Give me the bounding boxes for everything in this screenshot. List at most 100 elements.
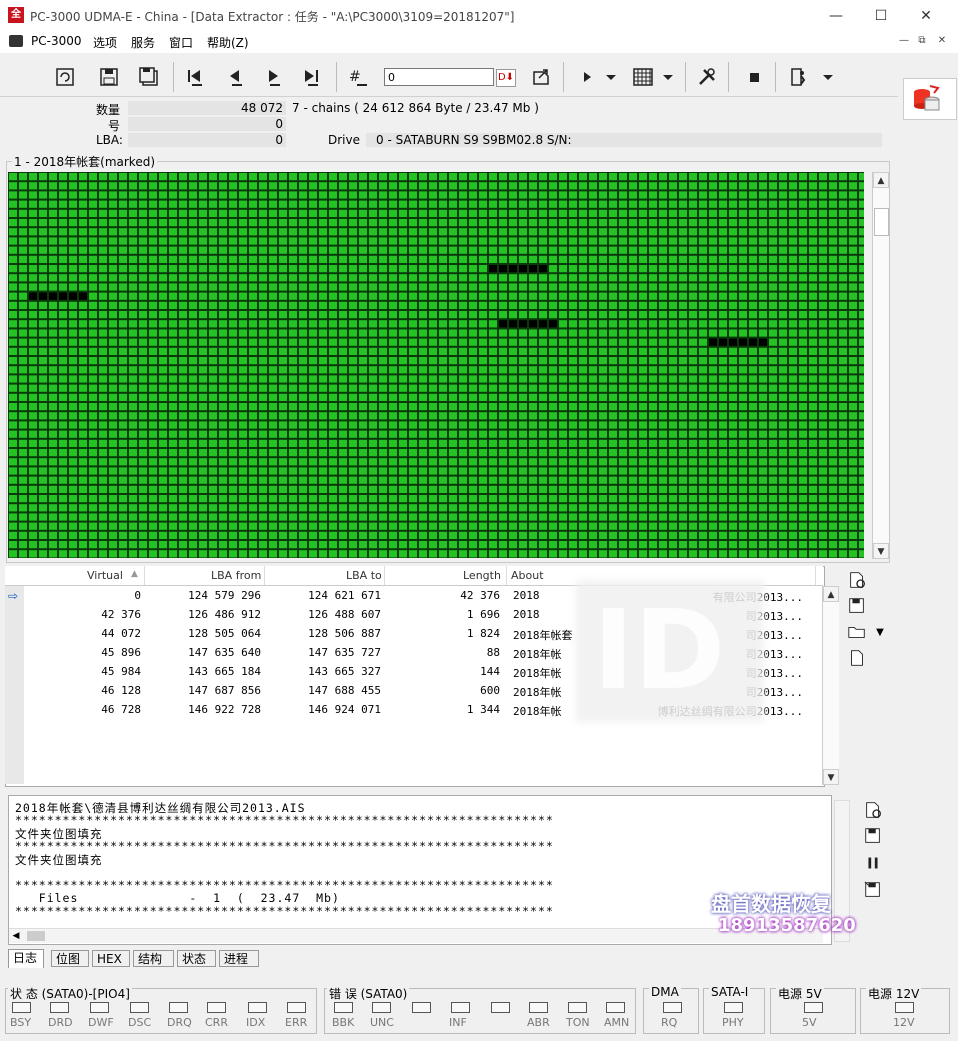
map-block-read[interactable]: [669, 550, 677, 558]
map-block-read[interactable]: [349, 467, 357, 475]
map-block-read[interactable]: [109, 255, 117, 263]
map-block-read[interactable]: [259, 421, 267, 429]
map-block-read[interactable]: [109, 237, 117, 245]
map-block-read[interactable]: [349, 485, 357, 493]
map-block-read[interactable]: [499, 393, 507, 401]
map-block-read[interactable]: [69, 522, 77, 530]
map-block-read[interactable]: [179, 347, 187, 355]
map-block-read[interactable]: [229, 449, 237, 457]
map-block-read[interactable]: [39, 485, 47, 493]
map-block-read[interactable]: [779, 375, 787, 383]
map-block-read[interactable]: [579, 182, 587, 190]
map-block-read[interactable]: [789, 357, 797, 365]
map-block-read[interactable]: [309, 274, 317, 282]
map-block-read[interactable]: [419, 219, 427, 227]
map-block-read[interactable]: [139, 182, 147, 190]
map-block-read[interactable]: [449, 338, 457, 346]
map-block-read[interactable]: [229, 357, 237, 365]
map-block-read[interactable]: [289, 522, 297, 530]
map-block-read[interactable]: [179, 265, 187, 273]
map-block-read[interactable]: [549, 430, 557, 438]
map-block-read[interactable]: [239, 495, 247, 503]
map-block-read[interactable]: [449, 476, 457, 484]
map-block-read[interactable]: [589, 495, 597, 503]
map-block-read[interactable]: [149, 550, 157, 558]
map-block-read[interactable]: [769, 320, 777, 328]
map-block-read[interactable]: [349, 550, 357, 558]
map-block-read[interactable]: [119, 292, 127, 300]
map-block-read[interactable]: [459, 495, 467, 503]
map-block-read[interactable]: [169, 329, 177, 337]
map-block-read[interactable]: [449, 347, 457, 355]
map-block-read[interactable]: [9, 246, 17, 254]
map-block-read[interactable]: [99, 265, 107, 273]
map-block-read[interactable]: [539, 430, 547, 438]
map-block-read[interactable]: [399, 228, 407, 236]
map-block-read[interactable]: [399, 495, 407, 503]
map-block-read[interactable]: [459, 246, 467, 254]
map-block-read[interactable]: [149, 375, 157, 383]
map-block-read[interactable]: [559, 246, 567, 254]
map-block-read[interactable]: [129, 531, 137, 539]
map-block-read[interactable]: [269, 209, 277, 217]
map-block-read[interactable]: [139, 283, 147, 291]
map-block-read[interactable]: [289, 246, 297, 254]
map-block-read[interactable]: [189, 200, 197, 208]
map-block-read[interactable]: [259, 476, 267, 484]
map-block-read[interactable]: [459, 439, 467, 447]
map-block-read[interactable]: [269, 421, 277, 429]
map-block-read[interactable]: [729, 274, 737, 282]
map-block-read[interactable]: [189, 292, 197, 300]
map-block-read[interactable]: [769, 283, 777, 291]
map-block-read[interactable]: [399, 449, 407, 457]
map-block-read[interactable]: [409, 219, 417, 227]
map-block-read[interactable]: [249, 283, 257, 291]
map-block-read[interactable]: [19, 412, 27, 420]
map-block-read[interactable]: [9, 301, 17, 309]
map-block-read[interactable]: [619, 504, 627, 512]
map-block-read[interactable]: [769, 485, 777, 493]
map-block-read[interactable]: [469, 467, 477, 475]
map-block-read[interactable]: [429, 485, 437, 493]
map-block-read[interactable]: [59, 495, 67, 503]
map-block-read[interactable]: [279, 421, 287, 429]
map-block-read[interactable]: [9, 329, 17, 337]
map-block-read[interactable]: [849, 283, 857, 291]
map-block-read[interactable]: [389, 301, 397, 309]
map-block-read[interactable]: [429, 209, 437, 217]
map-block-read[interactable]: [509, 274, 517, 282]
map-block-read[interactable]: [59, 237, 67, 245]
map-block-read[interactable]: [569, 495, 577, 503]
map-block-read[interactable]: [599, 541, 607, 549]
map-block-read[interactable]: [109, 228, 117, 236]
map-block-read[interactable]: [779, 320, 787, 328]
map-block-read[interactable]: [439, 274, 447, 282]
map-block-read[interactable]: [659, 338, 667, 346]
map-block-read[interactable]: [819, 430, 827, 438]
map-block-read[interactable]: [799, 182, 807, 190]
map-block-read[interactable]: [759, 430, 767, 438]
map-block-read[interactable]: [219, 191, 227, 199]
map-block-read[interactable]: [819, 458, 827, 466]
map-block-read[interactable]: [139, 292, 147, 300]
map-block-read[interactable]: [179, 467, 187, 475]
map-block-read[interactable]: [49, 311, 57, 319]
map-block-read[interactable]: [849, 412, 857, 420]
map-block-read[interactable]: [719, 513, 727, 521]
map-block-read[interactable]: [829, 541, 837, 549]
map-block-read[interactable]: [799, 531, 807, 539]
map-block-read[interactable]: [729, 403, 737, 411]
map-block-read[interactable]: [529, 495, 537, 503]
map-block-read[interactable]: [549, 237, 557, 245]
map-block-read[interactable]: [479, 357, 487, 365]
map-block-read[interactable]: [239, 182, 247, 190]
map-block-read[interactable]: [719, 421, 727, 429]
map-block-read[interactable]: [639, 504, 647, 512]
map-block-read[interactable]: [89, 347, 97, 355]
map-block-read[interactable]: [669, 458, 677, 466]
map-block-read[interactable]: [239, 200, 247, 208]
map-block-read[interactable]: [459, 513, 467, 521]
map-block-read[interactable]: [559, 495, 567, 503]
map-block-read[interactable]: [589, 311, 597, 319]
map-block-read[interactable]: [309, 320, 317, 328]
